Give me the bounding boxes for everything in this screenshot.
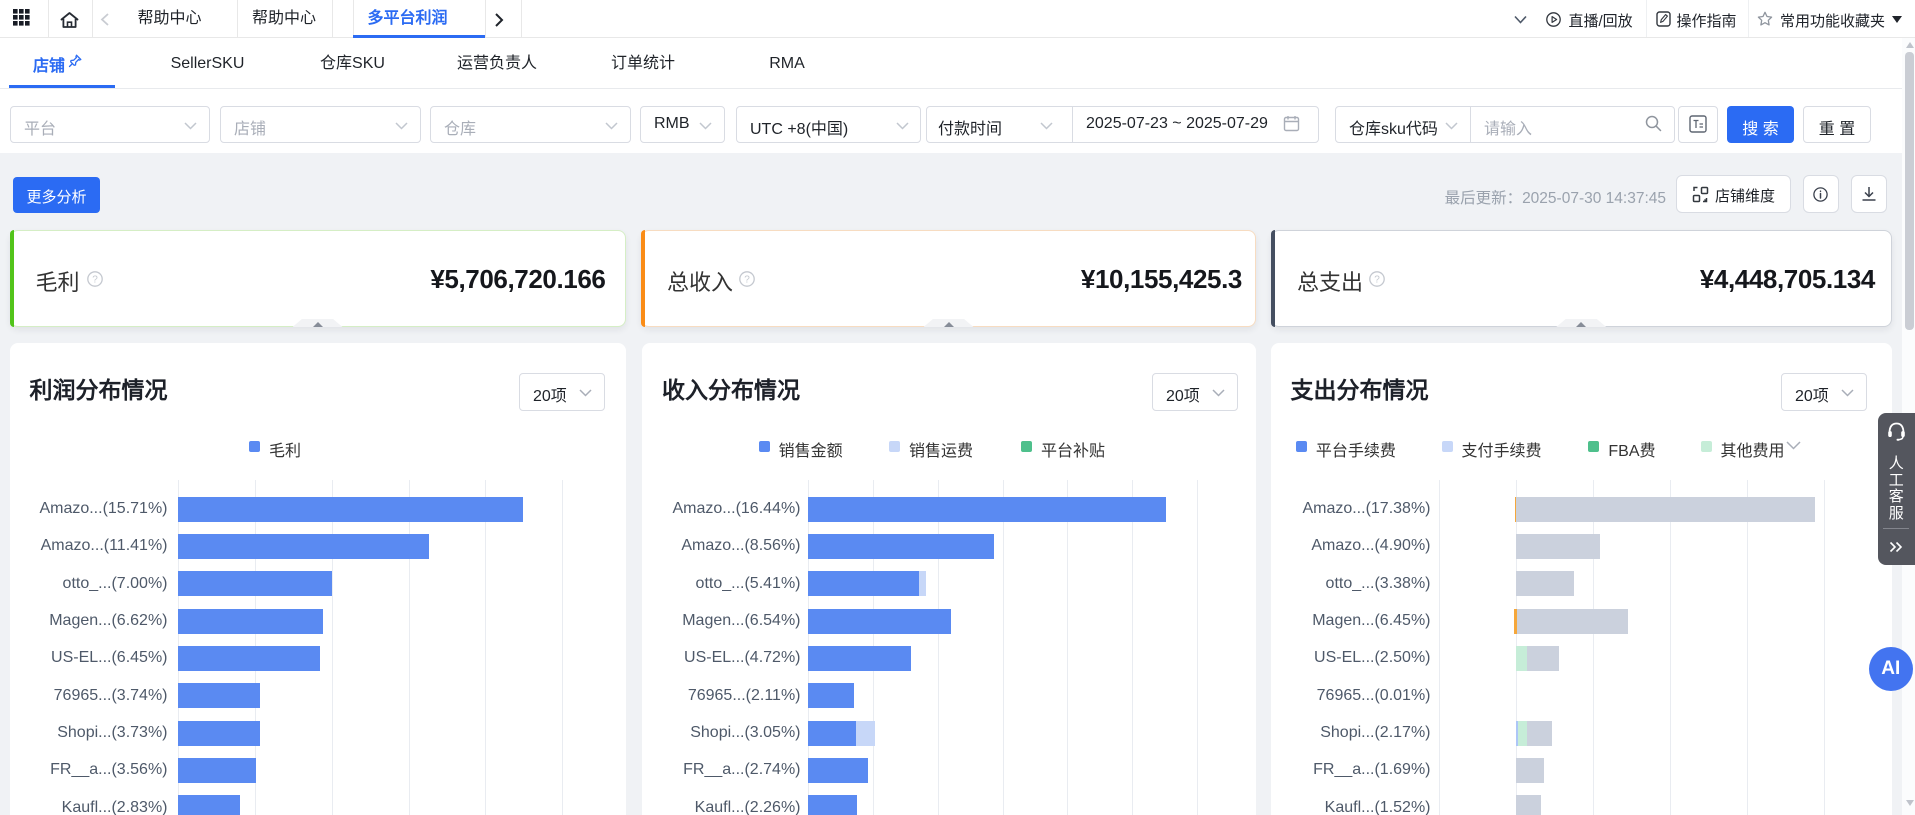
svg-text:?: ?: [92, 275, 98, 286]
svg-text:?: ?: [1374, 275, 1380, 286]
svg-text:?: ?: [744, 275, 750, 286]
